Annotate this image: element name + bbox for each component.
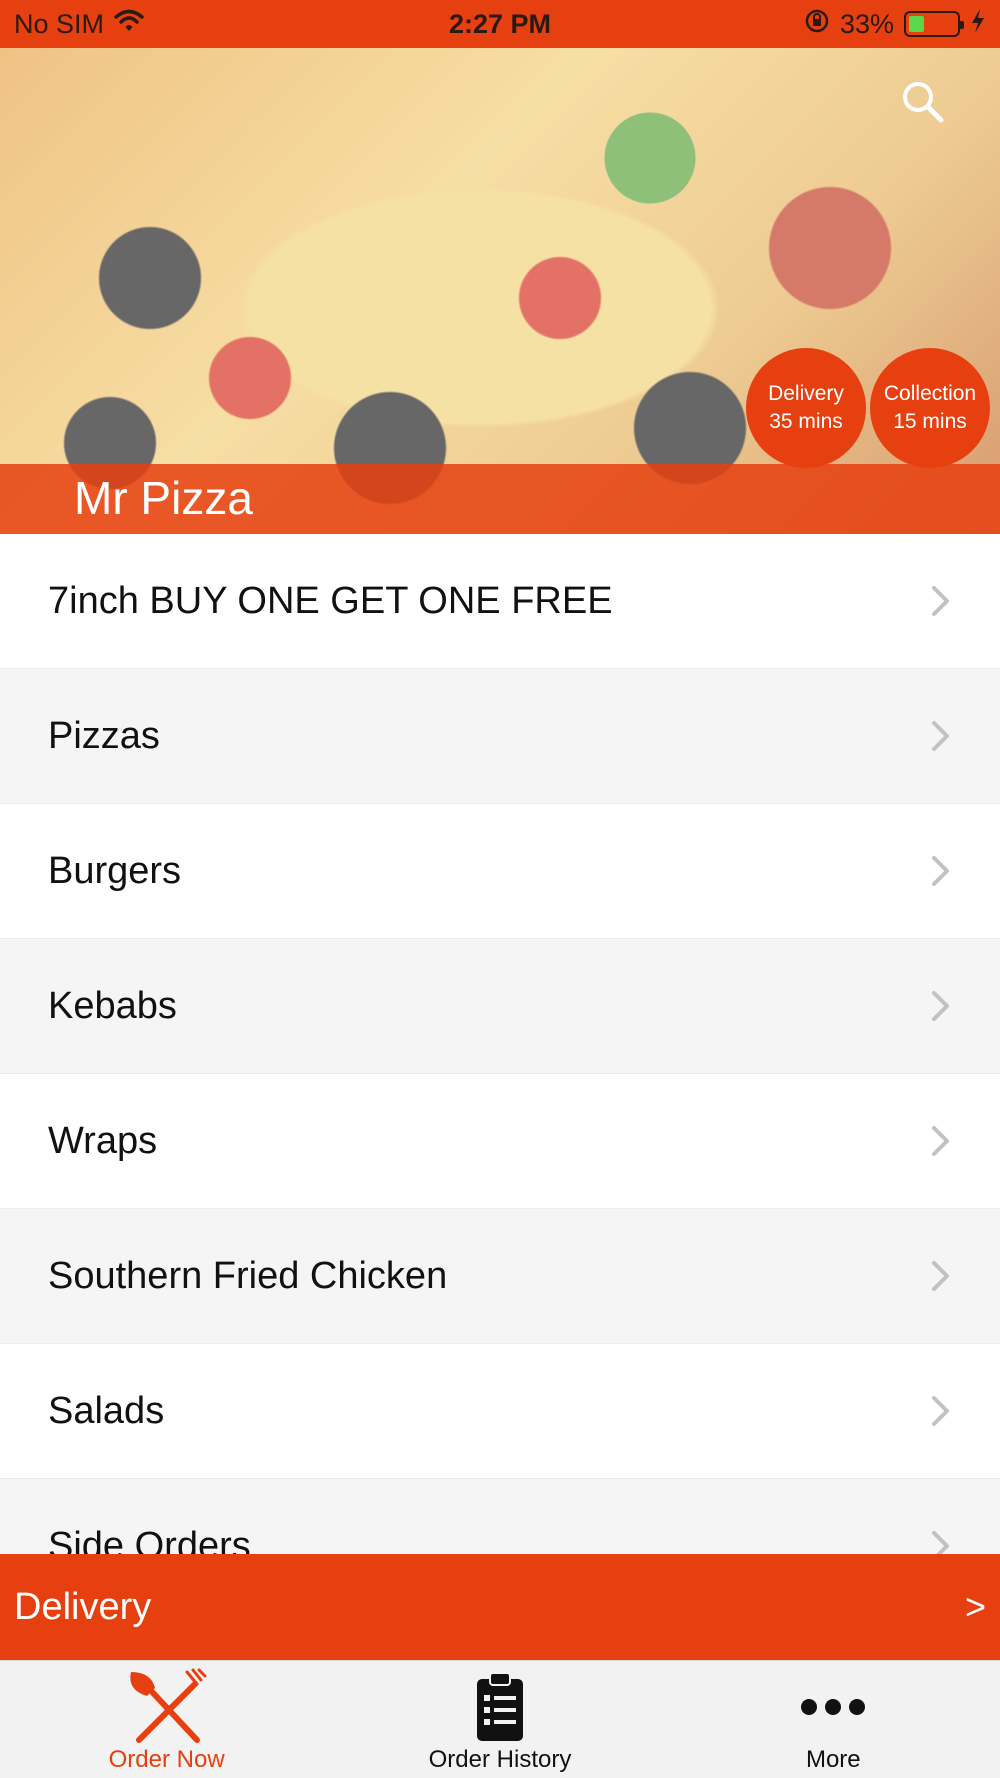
category-label: Pizzas bbox=[48, 714, 160, 757]
badge-label: Delivery bbox=[768, 382, 844, 405]
category-row[interactable]: 7inch BUY ONE GET ONE FREE bbox=[0, 534, 1000, 669]
chevron-right-icon bbox=[932, 856, 949, 886]
category-label: Wraps bbox=[48, 1119, 158, 1162]
badge-time: 35 mins bbox=[769, 410, 843, 433]
battery-percent: 33% bbox=[839, 8, 894, 39]
tab-label: Order History bbox=[428, 1746, 572, 1773]
category-row[interactable]: Salads bbox=[0, 1344, 1000, 1479]
tab-order-history[interactable]: Order History bbox=[333, 1661, 666, 1778]
category-label: Kebabs bbox=[48, 984, 177, 1027]
chevron-right-icon bbox=[932, 1396, 949, 1426]
chevron-right-icon bbox=[932, 586, 949, 616]
hero-image: Mr Pizza bbox=[0, 48, 1000, 534]
fork-knife-icon bbox=[125, 1668, 209, 1746]
restaurant-banner: Mr Pizza bbox=[0, 464, 1000, 534]
order-type-arrow: > bbox=[964, 1586, 986, 1627]
chevron-right-icon bbox=[932, 1531, 949, 1554]
order-type-label: Delivery bbox=[14, 1585, 152, 1628]
hero-overlay bbox=[0, 48, 1000, 534]
restaurant-name: Mr Pizza bbox=[74, 472, 253, 524]
category-list: 7inch BUY ONE GET ONE FREE Pizzas Burger… bbox=[0, 534, 1000, 1554]
category-label: Southern Fried Chicken bbox=[48, 1254, 448, 1297]
chevron-right-icon bbox=[932, 1261, 949, 1291]
chevron-right-icon bbox=[932, 991, 949, 1021]
category-label: Side Orders bbox=[48, 1524, 251, 1555]
category-row[interactable]: Pizzas bbox=[0, 669, 1000, 804]
carrier-label: No SIM bbox=[14, 8, 105, 39]
charging-bolt-icon bbox=[970, 8, 986, 41]
tab-order-now[interactable]: Order Now bbox=[0, 1661, 333, 1778]
category-label: 7inch BUY ONE GET ONE FREE bbox=[48, 579, 613, 622]
clipboard-icon bbox=[458, 1668, 542, 1746]
chevron-right-icon bbox=[932, 721, 949, 751]
category-label: Salads bbox=[48, 1389, 165, 1432]
order-type-bar[interactable]: Delivery > bbox=[0, 1554, 1000, 1660]
delivery-time-badge: Delivery 35 mins bbox=[746, 348, 866, 468]
category-row[interactable]: Wraps bbox=[0, 1074, 1000, 1209]
status-right: 33% bbox=[804, 8, 986, 41]
status-left: No SIM bbox=[14, 9, 144, 40]
more-dots-icon bbox=[791, 1668, 875, 1746]
category-row[interactable]: Kebabs bbox=[0, 939, 1000, 1074]
category-row[interactable]: Southern Fried Chicken bbox=[0, 1209, 1000, 1344]
status-bar: No SIM 2:27 PM 33% bbox=[0, 0, 1000, 48]
search-icon[interactable] bbox=[899, 78, 945, 124]
chevron-right-icon bbox=[932, 1126, 949, 1156]
tab-more[interactable]: More bbox=[667, 1661, 1000, 1778]
collection-time-badge: Collection 15 mins bbox=[870, 348, 990, 468]
tab-label: Order Now bbox=[108, 1746, 225, 1773]
badge-time: 15 mins bbox=[893, 410, 967, 433]
wifi-icon bbox=[114, 9, 144, 40]
battery-fill bbox=[909, 16, 925, 32]
category-label: Burgers bbox=[48, 849, 182, 892]
orientation-lock-icon bbox=[804, 8, 830, 41]
category-row[interactable]: Burgers bbox=[0, 804, 1000, 939]
tab-label: More bbox=[805, 1746, 861, 1773]
category-row[interactable]: Side Orders bbox=[0, 1479, 1000, 1554]
battery-icon bbox=[904, 11, 964, 37]
tab-bar: Order Now Order History More bbox=[0, 1660, 1000, 1778]
badge-label: Collection bbox=[883, 382, 977, 405]
